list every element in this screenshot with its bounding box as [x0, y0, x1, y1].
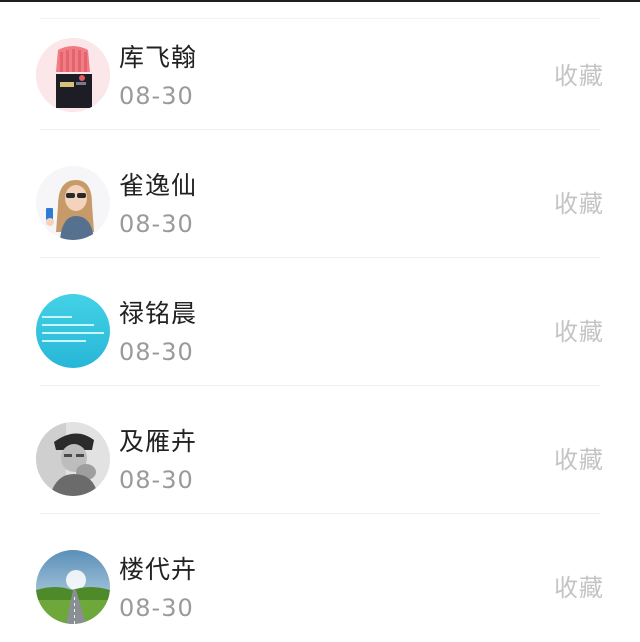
list-item[interactable]: 及雁卉 08-30 收藏 [0, 386, 640, 514]
contact-date: 08-30 [119, 82, 194, 110]
pink-sweater-avatar-icon [36, 38, 110, 112]
road-landscape-avatar-icon [36, 550, 110, 624]
favorite-button[interactable]: 收藏 [554, 188, 604, 220]
contact-date: 08-30 [119, 338, 194, 366]
list-item[interactable]: 禄铭晨 08-30 收藏 [0, 258, 640, 386]
grayscale-portrait-avatar-icon [36, 422, 110, 496]
list-item[interactable]: 雀逸仙 08-30 收藏 [0, 130, 640, 258]
contact-list: 库飞翰 08-30 收藏 雀逸仙 08-30 收藏 禄铭晨 08-30 收藏 及… [0, 2, 640, 642]
contact-name: 及雁卉 [119, 427, 198, 456]
contact-name: 楼代卉 [119, 555, 198, 584]
cyan-text-avatar-icon [36, 294, 110, 368]
girl-sunglasses-avatar-icon [36, 166, 110, 240]
avatar[interactable] [36, 550, 110, 624]
contact-name: 库飞翰 [119, 43, 198, 72]
favorite-button[interactable]: 收藏 [554, 316, 604, 348]
contact-name: 禄铭晨 [119, 299, 198, 328]
favorite-button[interactable]: 收藏 [554, 572, 604, 604]
avatar[interactable] [36, 38, 110, 112]
avatar[interactable] [36, 166, 110, 240]
contact-date: 08-30 [119, 594, 194, 622]
list-item[interactable]: 库飞翰 08-30 收藏 [0, 2, 640, 130]
avatar[interactable] [36, 294, 110, 368]
list-item[interactable]: 楼代卉 08-30 收藏 [0, 514, 640, 642]
divider [40, 18, 600, 19]
favorite-button[interactable]: 收藏 [554, 444, 604, 476]
contact-date: 08-30 [119, 466, 194, 494]
contact-date: 08-30 [119, 210, 194, 238]
favorite-button[interactable]: 收藏 [554, 60, 604, 92]
contact-name: 雀逸仙 [119, 171, 198, 200]
avatar[interactable] [36, 422, 110, 496]
